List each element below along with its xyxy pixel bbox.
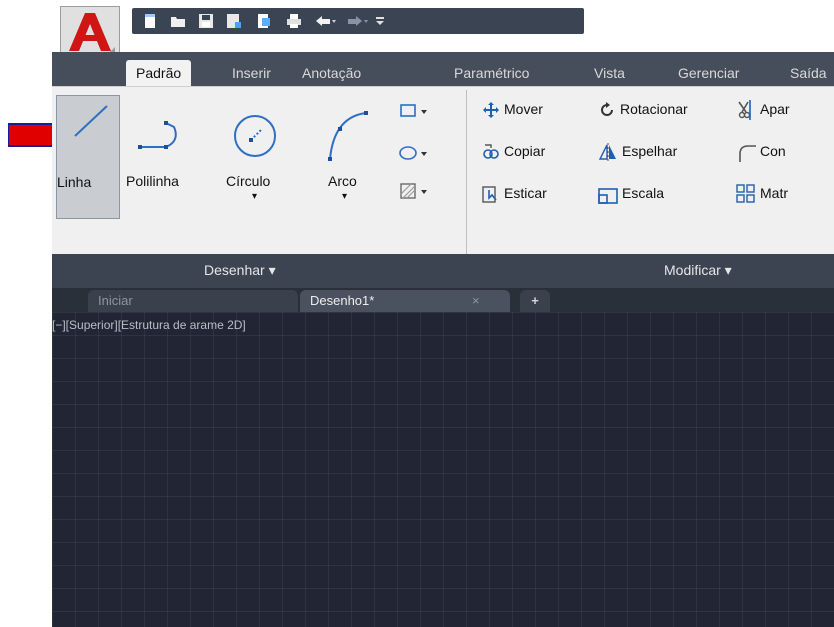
fillet-label: Con (760, 143, 786, 159)
tab-desenho1[interactable]: Desenho1* × (300, 290, 510, 312)
circle-icon (234, 115, 276, 157)
circle-label: Círculo (226, 173, 271, 189)
tab-gerenciar[interactable]: Gerenciar (678, 60, 739, 86)
new-icon[interactable] (142, 13, 158, 29)
arc-label: Arco (328, 173, 357, 189)
polyline-label: Polilinha (126, 173, 179, 189)
open-icon[interactable] (170, 13, 186, 29)
rectangle-icon[interactable] (398, 101, 428, 121)
copy-label: Copiar (504, 143, 546, 159)
drawing-canvas[interactable]: [−][Superior][Estrutura de arame 2D] (52, 312, 834, 627)
rotate-button[interactable]: Rotacionar (598, 99, 718, 123)
line-button[interactable]: Linha (56, 95, 120, 219)
mirror-icon (598, 143, 616, 161)
undo-icon[interactable] (314, 13, 336, 29)
circle-button[interactable]: Círculo ▾ (222, 95, 292, 219)
modify-panel-title[interactable]: Modificar ▾ (664, 262, 732, 279)
tab-iniciar-label: Iniciar (98, 293, 133, 308)
stretch-icon (482, 186, 497, 203)
draw-panel-title[interactable]: Desenhar ▾ (204, 262, 276, 279)
line-icon (74, 105, 108, 137)
move-icon (483, 102, 499, 118)
arc-icon (328, 111, 368, 161)
stretch-label: Esticar (504, 185, 547, 201)
arc-dropdown-icon[interactable]: ▾ (342, 191, 347, 202)
tab-desenho1-label: Desenho1* (310, 293, 375, 308)
save-icon[interactable] (198, 13, 214, 29)
tab-inserir[interactable]: Inserir (232, 60, 271, 86)
ribbon-panel: Linha Polilinha Círculo ▾ Arco ▾ Mover C… (52, 86, 834, 255)
redo-icon[interactable] (346, 13, 368, 29)
tab-iniciar[interactable]: Iniciar (88, 290, 298, 312)
array-button[interactable]: Matr (736, 183, 834, 207)
save-as-icon[interactable] (226, 13, 242, 29)
ellipse-icon[interactable] (398, 143, 428, 163)
move-button[interactable]: Mover (482, 99, 582, 123)
array-icon (736, 184, 755, 203)
ribbon-panel-footer: Desenhar ▾ Modificar ▾ (52, 254, 834, 288)
print-icon[interactable] (286, 13, 302, 29)
tab-anotacao[interactable]: Anotação (302, 60, 361, 86)
copy-icon (483, 144, 499, 159)
copy-button[interactable]: Copiar (482, 141, 582, 165)
plus-icon: + (531, 293, 539, 308)
title-bar (52, 0, 834, 58)
fillet-icon (739, 145, 756, 162)
scale-button[interactable]: Escala (598, 183, 708, 207)
rotate-icon (601, 102, 613, 116)
tab-parametrico[interactable]: Paramétrico (454, 60, 529, 86)
tab-vista[interactable]: Vista (594, 60, 625, 86)
mirror-label: Espelhar (622, 143, 678, 159)
publish-icon[interactable] (256, 13, 272, 29)
quick-access-toolbar (132, 8, 584, 34)
fillet-button[interactable]: Con (736, 141, 834, 165)
tab-padrao[interactable]: Padrão (126, 60, 192, 86)
ribbon-tab-bar: Padrão Inserir Anotação Paramétrico Vist… (52, 52, 834, 88)
rotate-label: Rotacionar (620, 101, 688, 117)
document-tab-bar: Iniciar Desenho1* × + (52, 288, 834, 312)
line-label: Linha (57, 174, 92, 190)
hatch-icon[interactable] (398, 181, 428, 203)
viewport-controls-label[interactable]: [−][Superior][Estrutura de arame 2D] (52, 318, 246, 332)
customize-icon[interactable] (374, 13, 386, 29)
arc-button[interactable]: Arco ▾ (316, 95, 376, 219)
scale-label: Escala (622, 185, 665, 201)
trim-button[interactable]: Apar (736, 99, 834, 123)
move-label: Mover (504, 101, 543, 117)
scale-icon (598, 188, 618, 204)
stretch-button[interactable]: Esticar (482, 183, 582, 207)
application-menu-button[interactable] (60, 6, 120, 58)
new-tab-button[interactable]: + (520, 290, 550, 312)
trim-icon (738, 100, 751, 120)
circle-dropdown-icon[interactable]: ▾ (252, 191, 257, 202)
autocad-logo-icon (69, 13, 115, 55)
autocad-window: Padrão Inserir Anotação Paramétrico Vist… (52, 0, 834, 627)
mirror-button[interactable]: Espelhar (598, 141, 708, 165)
array-label: Matr (760, 185, 788, 201)
polyline-button[interactable]: Polilinha (122, 95, 204, 219)
close-tab-icon[interactable]: × (472, 290, 480, 312)
polyline-icon (138, 121, 177, 149)
trim-label: Apar (760, 101, 790, 117)
tab-saida[interactable]: Saída (790, 60, 827, 86)
